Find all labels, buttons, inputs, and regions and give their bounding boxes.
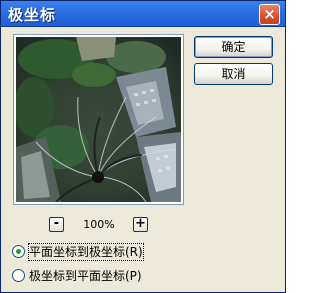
- polar-coordinates-dialog: 极坐标 × 确定 取消 - 100% + 平面坐标到极坐标(R) 极坐标到平面坐…: [0, 0, 286, 293]
- zoom-level: 100%: [83, 218, 115, 231]
- option-polar-to-rectangular-label: 极坐标到平面坐标(P): [29, 269, 142, 283]
- dialog-title: 极坐标: [8, 6, 57, 24]
- close-button[interactable]: ×: [259, 4, 280, 25]
- ok-button-label: 确定: [221, 40, 246, 54]
- preview-image-art: [16, 37, 181, 202]
- radio-rectangular-to-polar[interactable]: [12, 245, 25, 258]
- minus-icon: -: [53, 216, 60, 231]
- zoom-out-button[interactable]: -: [49, 217, 64, 232]
- preview-frame: [13, 34, 184, 205]
- close-icon: ×: [263, 5, 276, 23]
- cancel-button-label: 取消: [221, 67, 246, 81]
- filter-preview-image[interactable]: [16, 37, 181, 202]
- radio-polar-to-rectangular[interactable]: [12, 269, 25, 282]
- plus-icon: +: [135, 216, 146, 231]
- cancel-button[interactable]: 取消: [194, 63, 273, 85]
- ok-button[interactable]: 确定: [194, 36, 273, 58]
- zoom-in-button[interactable]: +: [133, 217, 148, 232]
- title-bar[interactable]: 极坐标 ×: [1, 1, 285, 27]
- option-rectangular-to-polar-label: 平面坐标到极坐标(R): [28, 243, 144, 261]
